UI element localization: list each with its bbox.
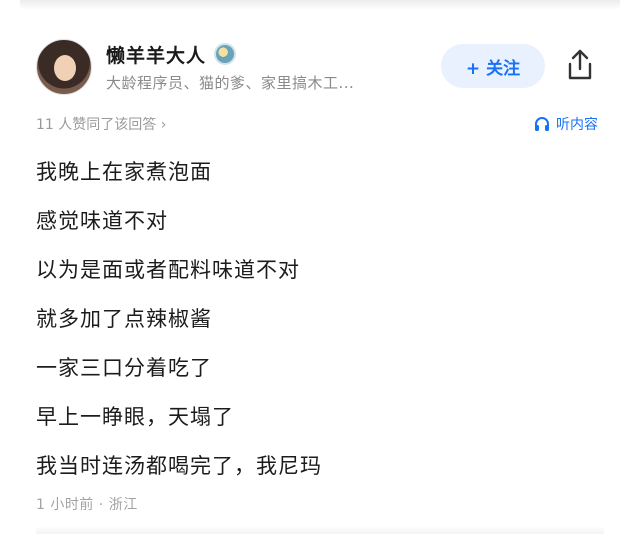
user-badge-icon <box>214 43 237 65</box>
listen-label: 听内容 <box>556 117 598 133</box>
share-icon[interactable] <box>564 48 596 82</box>
bottom-divider <box>36 526 604 534</box>
content-line: 以为是面或者配料味道不对 <box>36 258 300 282</box>
author-name[interactable]: 懒羊羊大人 <box>106 41 206 68</box>
answer-content: 我晚上在家煮泡面 感觉味道不对 以为是面或者配料味道不对 就多加了点辣椒酱 一家… <box>36 148 596 491</box>
top-card-edge <box>20 0 620 10</box>
content-line: 就多加了点辣椒酱 <box>36 307 212 331</box>
content-line: 感觉味道不对 <box>36 209 168 233</box>
follow-label: + 关注 <box>465 58 521 79</box>
approve-count[interactable]: 11 人赞同了该回答 › <box>36 114 166 134</box>
author-name-row: 懒羊羊大人 <box>106 40 237 68</box>
answer-meta-row: 11 人赞同了该回答 › 听内容 <box>36 114 598 136</box>
content-line: 早上一睁眼，天塌了 <box>36 405 234 429</box>
content-line: 我晚上在家煮泡面 <box>36 160 212 184</box>
answer-header: 懒羊羊大人 大龄程序员、猫的爹、家里搞木工... + 关注 <box>36 36 616 100</box>
post-time-location: 1 小时前 · 浙江 <box>36 497 138 513</box>
content-line: 我当时连汤都喝完了，我尼玛 <box>36 454 322 478</box>
avatar[interactable] <box>36 39 92 95</box>
content-line: 一家三口分着吃了 <box>36 356 212 380</box>
author-bio: 大龄程序员、猫的爹、家里搞木工... <box>106 74 355 92</box>
listen-button[interactable]: 听内容 <box>534 114 598 134</box>
headphones-icon <box>535 117 549 131</box>
follow-button[interactable]: + 关注 <box>441 44 545 88</box>
